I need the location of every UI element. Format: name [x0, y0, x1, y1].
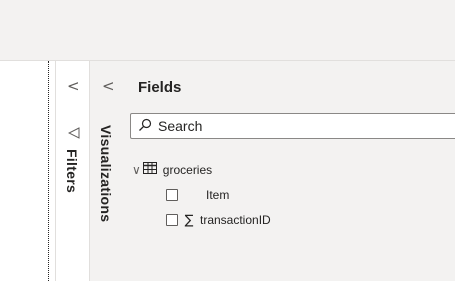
search-icon	[138, 118, 152, 137]
filter-icon	[67, 126, 80, 144]
visualizations-collapse-chevron-icon[interactable]: <	[102, 78, 115, 94]
fields-pane-title: Fields	[138, 79, 182, 96]
search-input[interactable]	[158, 117, 438, 135]
filters-pane[interactable]: < Filters	[55, 61, 90, 281]
field-checkbox[interactable]	[166, 189, 178, 201]
visualizations-pane-label[interactable]: Visualizations	[98, 125, 114, 222]
visualizations-pane[interactable]: < Visualizations	[89, 61, 127, 281]
fields-search-box[interactable]	[130, 113, 455, 139]
chevron-down-icon[interactable]: ∨	[132, 163, 141, 177]
field-row-item[interactable]: Item	[166, 186, 229, 204]
table-name: groceries	[162, 163, 213, 177]
fields-pane: Fields ∨ groceries Item	[126, 61, 455, 281]
field-name: Item	[206, 188, 230, 202]
report-canvas-edge	[48, 61, 49, 281]
field-checkbox[interactable]	[166, 214, 178, 226]
sigma-icon: ∑	[184, 212, 194, 228]
table-row-groceries[interactable]: ∨ groceries	[132, 161, 212, 179]
filters-pane-label[interactable]: Filters	[64, 149, 80, 193]
top-ribbon-area	[0, 0, 455, 61]
table-icon	[142, 161, 157, 179]
field-row-transactionid[interactable]: ∑ transactionID	[166, 211, 271, 229]
field-name: transactionID	[200, 213, 271, 227]
filters-collapse-chevron-icon[interactable]: <	[67, 78, 80, 94]
